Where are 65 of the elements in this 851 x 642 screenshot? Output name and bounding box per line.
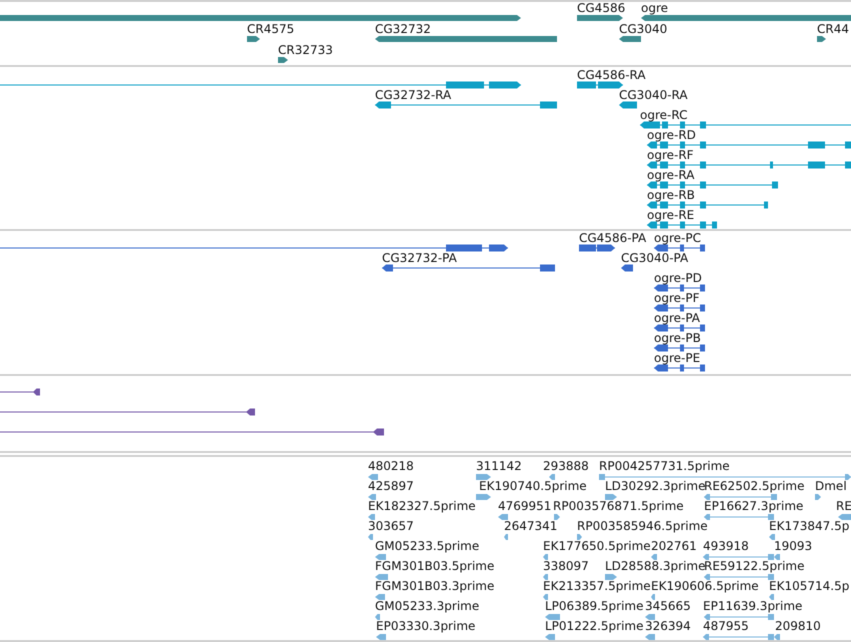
feature-label: CG3040-PA xyxy=(621,251,688,265)
feature-label: RP003576871.5prime xyxy=(553,499,684,513)
feature-label: ogre-PF xyxy=(654,291,700,305)
feature-label: ogre-PB xyxy=(654,331,701,345)
feature-label: ogre-RF xyxy=(647,148,694,162)
feature-label: CR4575 xyxy=(247,22,294,36)
feature-label: GM05233.3prime xyxy=(375,599,480,613)
feature-label: CG3040 xyxy=(619,22,668,36)
feature-label: 480218 xyxy=(368,459,414,473)
feature-label: EK182327.5prime xyxy=(368,499,476,513)
feature-label: EK105714.5p xyxy=(769,579,850,593)
feature-label: EP11639.3prime xyxy=(703,599,802,613)
feature-label: GM05233.5prime xyxy=(375,539,480,553)
feature-label: ogre-RD xyxy=(647,128,696,142)
feature-label: ogre-PE xyxy=(654,351,700,365)
feature-label: CG3040-RA xyxy=(619,88,688,102)
feature-label: CR44 xyxy=(817,22,849,36)
feature-label: CR32733 xyxy=(278,43,333,57)
feature-label: EK173847.5p xyxy=(769,519,850,533)
feature-label: LD28588.3prime xyxy=(605,559,706,573)
feature-label: CG4586 xyxy=(577,1,626,15)
feature-label: ogre-PD xyxy=(654,271,702,285)
feature-label: EP16627.3prime xyxy=(704,499,804,513)
feature-label: EK190606.5prime xyxy=(651,579,759,593)
feature-label: 303657 xyxy=(368,519,414,533)
feature-label: FGM301B03.3prime xyxy=(375,579,494,593)
feature-label: Dmel xyxy=(815,479,847,493)
feature-label: 338097 xyxy=(543,559,589,573)
feature-label: 311142 xyxy=(476,459,522,473)
feature-label: RP004257731.5prime xyxy=(599,459,730,473)
feature-label: FGM301B03.5prime xyxy=(375,559,494,573)
feature-label: ogre-RB xyxy=(647,188,695,202)
feature-label: RP003585946.5prime xyxy=(577,519,708,533)
feature-label: CG4586-RA xyxy=(577,68,646,82)
feature-label: ogre-PA xyxy=(654,311,700,325)
feature-label: 487955 xyxy=(703,619,749,633)
feature-label: ogre-RA xyxy=(647,168,694,182)
feature-label: RE59122.5prime xyxy=(704,559,804,573)
feature-label: LP06389.5prime xyxy=(545,599,644,613)
feature-label: 2647341 xyxy=(504,519,558,533)
feature-label: ogre xyxy=(641,1,668,15)
feature-label: ogre-RE xyxy=(647,208,694,222)
feature-label: 4769951 xyxy=(498,499,552,513)
feature-label: RE xyxy=(836,499,851,513)
feature-label: 493918 xyxy=(703,539,749,553)
feature-label: CG32732-RA xyxy=(375,88,452,102)
feature-label: 326394 xyxy=(645,619,691,633)
feature-label: ogre-RC xyxy=(640,108,688,122)
feature-label: LP01222.5prime xyxy=(545,619,644,633)
feature-label: 345665 xyxy=(645,599,691,613)
feature-label: EK213357.5prime xyxy=(543,579,651,593)
feature-label: LD30292.3prime xyxy=(605,479,706,493)
feature-label: CG32732-PA xyxy=(382,251,457,265)
feature-label: 293888 xyxy=(543,459,589,473)
feature-label: ogre-PC xyxy=(654,231,701,245)
feature-label: 202761 xyxy=(651,539,697,553)
feature-label: 19093 xyxy=(774,539,812,553)
feature-label: EK190740.5prime xyxy=(479,479,587,493)
feature-label: CG4586-PA xyxy=(579,231,646,245)
feature-label: EP03330.3prime xyxy=(376,619,476,633)
feature-label: RE62502.5prime xyxy=(704,479,804,493)
feature-label: 425897 xyxy=(368,479,414,493)
feature-label: 209810 xyxy=(775,619,821,633)
feature-label: EK177650.5prime xyxy=(543,539,651,553)
feature-label: CG32732 xyxy=(375,22,431,36)
